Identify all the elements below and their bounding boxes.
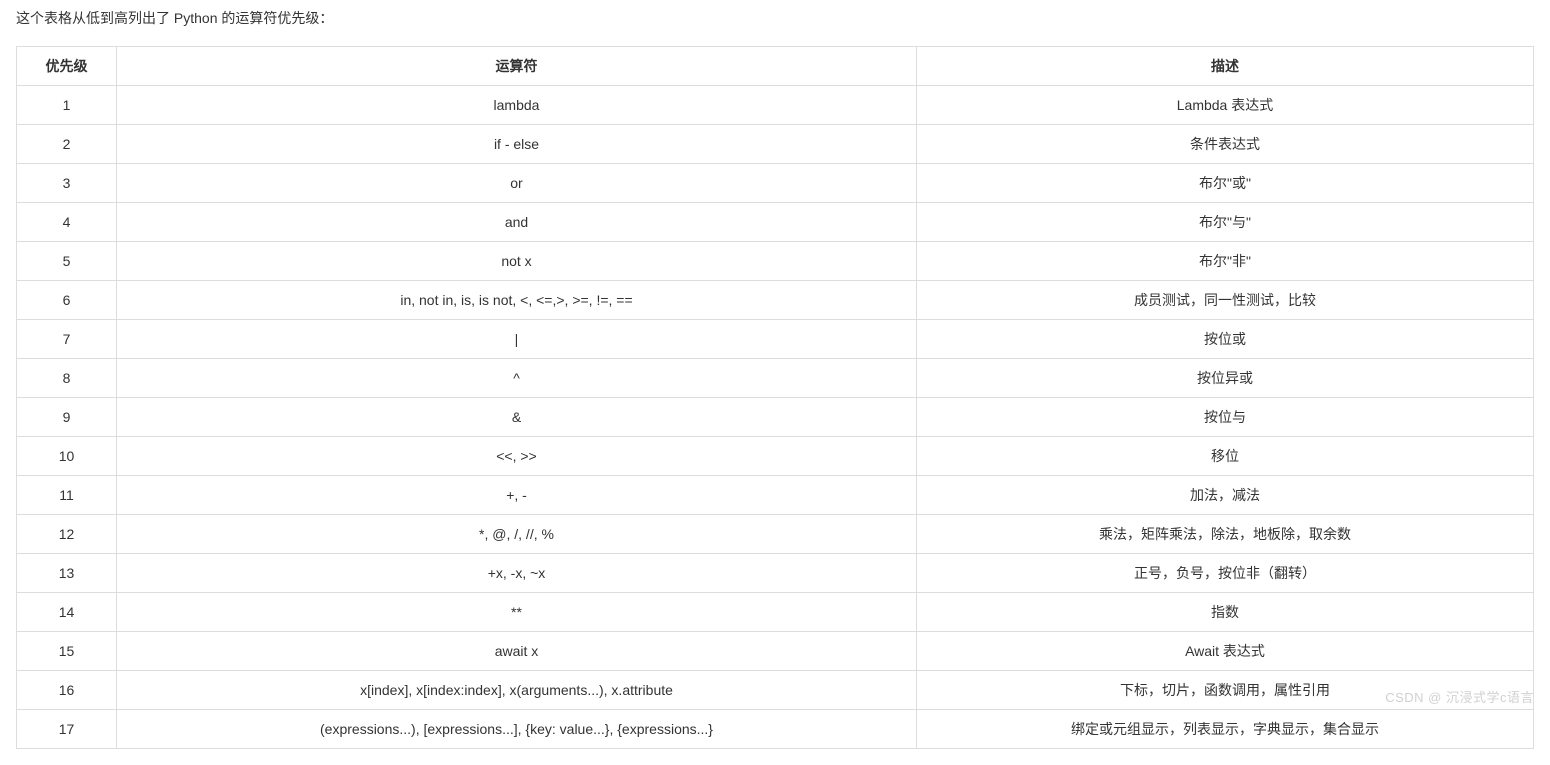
cell-operator: ^ [117, 359, 917, 398]
cell-operator: await x [117, 632, 917, 671]
cell-operator: ** [117, 593, 917, 632]
cell-priority: 17 [17, 710, 117, 749]
table-row: 10<<, >>移位 [17, 437, 1534, 476]
table-row: 3or布尔"或" [17, 164, 1534, 203]
table-row: 14**指数 [17, 593, 1534, 632]
cell-priority: 16 [17, 671, 117, 710]
table-row: 13+x, -x, ~x正号，负号，按位非（翻转） [17, 554, 1534, 593]
intro-paragraph: 这个表格从低到高列出了 Python 的运算符优先级： [16, 8, 1534, 28]
cell-description: 条件表达式 [917, 125, 1534, 164]
cell-description: 按位异或 [917, 359, 1534, 398]
cell-operator: *, @, /, //, % [117, 515, 917, 554]
cell-priority: 10 [17, 437, 117, 476]
table-row: 1lambdaLambda 表达式 [17, 86, 1534, 125]
cell-priority: 14 [17, 593, 117, 632]
table-row: 8^按位异或 [17, 359, 1534, 398]
cell-operator: & [117, 398, 917, 437]
cell-operator: and [117, 203, 917, 242]
cell-description: 正号，负号，按位非（翻转） [917, 554, 1534, 593]
cell-operator: <<, >> [117, 437, 917, 476]
cell-priority: 3 [17, 164, 117, 203]
cell-description: 按位或 [917, 320, 1534, 359]
cell-priority: 15 [17, 632, 117, 671]
cell-priority: 13 [17, 554, 117, 593]
cell-operator: lambda [117, 86, 917, 125]
cell-description: 绑定或元组显示，列表显示，字典显示，集合显示 [917, 710, 1534, 749]
cell-operator: not x [117, 242, 917, 281]
cell-operator: (expressions...), [expressions...], {key… [117, 710, 917, 749]
cell-priority: 9 [17, 398, 117, 437]
col-operator-header: 运算符 [117, 47, 917, 86]
table-row: 4and布尔"与" [17, 203, 1534, 242]
cell-description: 下标，切片，函数调用，属性引用 [917, 671, 1534, 710]
table-row: 17(expressions...), [expressions...], {k… [17, 710, 1534, 749]
cell-priority: 7 [17, 320, 117, 359]
cell-priority: 6 [17, 281, 117, 320]
table-row: 15await xAwait 表达式 [17, 632, 1534, 671]
table-row: 12*, @, /, //, %乘法，矩阵乘法，除法，地板除，取余数 [17, 515, 1534, 554]
table-row: 9&按位与 [17, 398, 1534, 437]
cell-description: 布尔"或" [917, 164, 1534, 203]
cell-description: 乘法，矩阵乘法，除法，地板除，取余数 [917, 515, 1534, 554]
table-row: 5not x布尔"非" [17, 242, 1534, 281]
cell-priority: 5 [17, 242, 117, 281]
cell-description: Await 表达式 [917, 632, 1534, 671]
cell-operator: in, not in, is, is not, <, <=,>, >=, !=,… [117, 281, 917, 320]
table-row: 16x[index], x[index:index], x(arguments.… [17, 671, 1534, 710]
col-priority-header: 优先级 [17, 47, 117, 86]
col-description-header: 描述 [917, 47, 1534, 86]
cell-description: 布尔"与" [917, 203, 1534, 242]
cell-priority: 1 [17, 86, 117, 125]
cell-operator: or [117, 164, 917, 203]
cell-operator: x[index], x[index:index], x(arguments...… [117, 671, 917, 710]
operator-precedence-table: 优先级 运算符 描述 1lambdaLambda 表达式2if - else条件… [16, 46, 1534, 749]
cell-priority: 8 [17, 359, 117, 398]
cell-description: 成员测试，同一性测试，比较 [917, 281, 1534, 320]
table-row: 7|按位或 [17, 320, 1534, 359]
cell-priority: 2 [17, 125, 117, 164]
cell-priority: 12 [17, 515, 117, 554]
table-header-row: 优先级 运算符 描述 [17, 47, 1534, 86]
cell-description: 加法，减法 [917, 476, 1534, 515]
cell-operator: | [117, 320, 917, 359]
table-row: 6in, not in, is, is not, <, <=,>, >=, !=… [17, 281, 1534, 320]
cell-description: Lambda 表达式 [917, 86, 1534, 125]
table-row: 2if - else条件表达式 [17, 125, 1534, 164]
cell-operator: +x, -x, ~x [117, 554, 917, 593]
table-row: 11+, -加法，减法 [17, 476, 1534, 515]
cell-description: 指数 [917, 593, 1534, 632]
cell-operator: +, - [117, 476, 917, 515]
cell-description: 按位与 [917, 398, 1534, 437]
cell-priority: 11 [17, 476, 117, 515]
cell-operator: if - else [117, 125, 917, 164]
cell-priority: 4 [17, 203, 117, 242]
cell-description: 移位 [917, 437, 1534, 476]
cell-description: 布尔"非" [917, 242, 1534, 281]
